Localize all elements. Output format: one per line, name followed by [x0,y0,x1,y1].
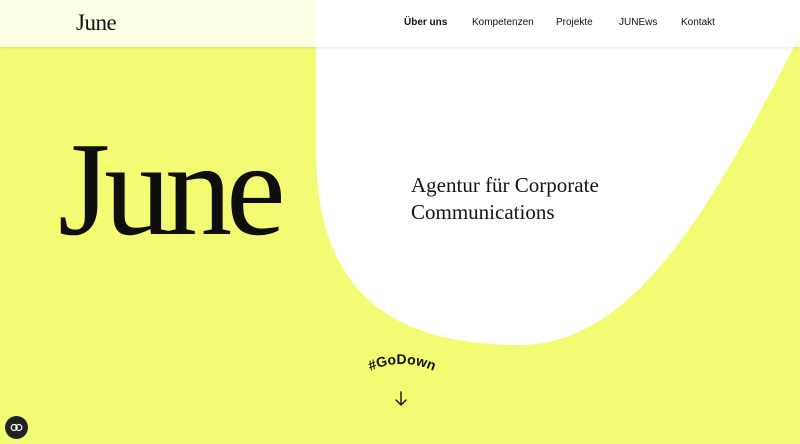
godown-text: #GoDown [366,351,439,374]
arrow-down-icon[interactable] [393,390,409,408]
godown-hashtag[interactable]: #GoDown [352,350,452,390]
nav-item-kompetenzen[interactable]: Kompetenzen [472,17,534,28]
hero-tagline: Agentur für Corporate Communications [411,172,711,226]
cookie-settings-icon [10,423,23,432]
tagline-line-2: Communications [411,200,555,224]
cookie-settings-button[interactable] [5,416,28,439]
tagline-line-1: Agentur für Corporate [411,173,599,197]
main-nav: Über uns Kompetenzen Projekte JUNEws Kon… [0,17,800,31]
site-header: June Über uns Kompetenzen Projekte JUNEw… [0,0,800,47]
nav-item-kontakt[interactable]: Kontakt [681,17,715,28]
nav-item-junews[interactable]: JUNEws [619,17,657,28]
nav-item-ueber-uns[interactable]: Über uns [404,17,447,28]
hero-logo: June [58,115,286,263]
nav-item-projekte[interactable]: Projekte [556,17,593,28]
svg-text:#GoDown: #GoDown [366,351,439,374]
